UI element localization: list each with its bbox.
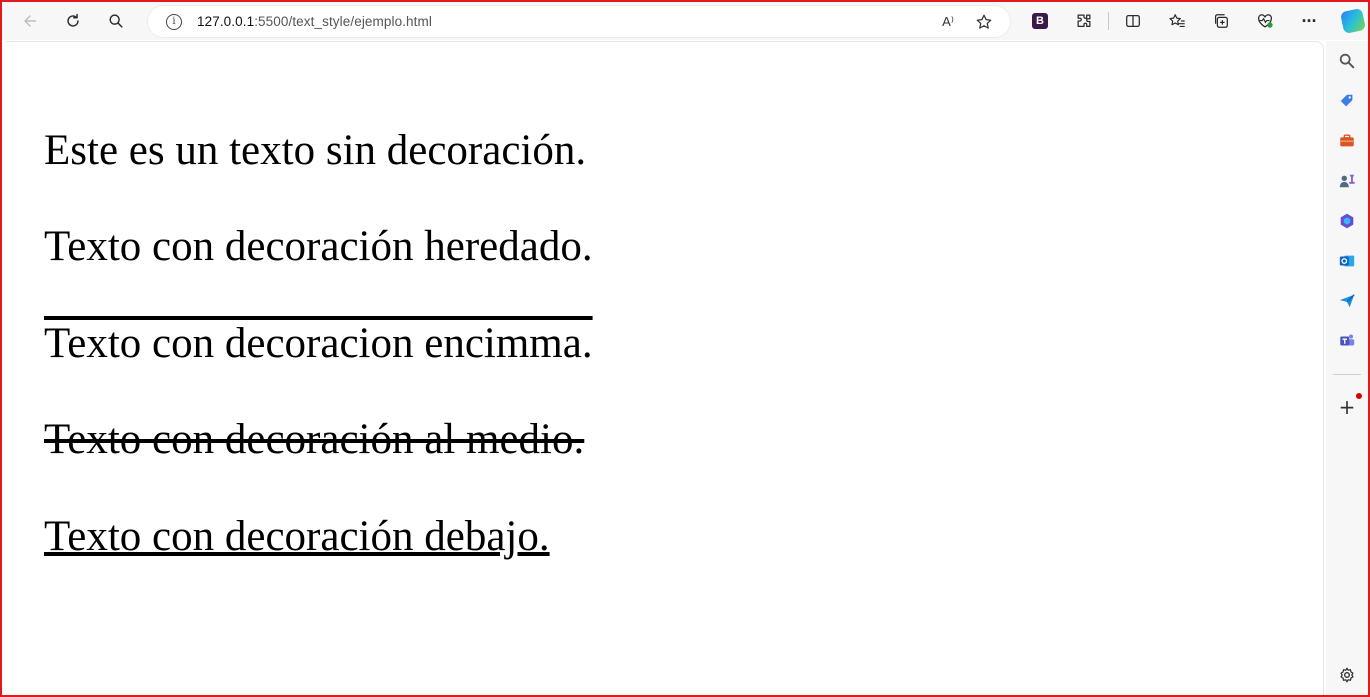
sidebar-tools-button[interactable] — [1335, 129, 1359, 153]
text-inherited-decoration: Texto con decoración heredado. — [44, 223, 593, 270]
browser-essentials-button[interactable] — [1243, 5, 1287, 37]
edge-sidebar: + — [1326, 41, 1368, 695]
back-icon — [24, 15, 37, 27]
url-text[interactable]: 127.0.0.1:5500/text_style/ejemplo.html — [197, 14, 432, 29]
tools-icon — [1340, 134, 1354, 147]
settings-icon — [1340, 667, 1354, 683]
back-button[interactable] — [12, 5, 48, 37]
more-icon: ··· — [1301, 10, 1318, 31]
text-no-decoration: Este es un texto sin decoración. — [44, 127, 587, 174]
bootstrap-extension-button[interactable]: B — [1018, 5, 1062, 37]
notification-dot — [1356, 393, 1362, 399]
search-button[interactable] — [98, 5, 134, 37]
refresh-button[interactable] — [55, 5, 91, 37]
info-icon[interactable]: i — [166, 13, 182, 30]
bootstrap-extension-icon: B — [1032, 13, 1048, 29]
text-line-through: Texto con decoración al medio. — [44, 416, 585, 463]
text-underline: Texto con decoración debajo. — [44, 513, 550, 560]
sidebar-settings-button[interactable] — [1335, 663, 1359, 687]
sidebar-shopping-button[interactable] — [1335, 89, 1359, 113]
split-screen-button[interactable] — [1111, 5, 1155, 37]
games-icon — [1339, 174, 1355, 188]
favorites-icon — [1169, 14, 1185, 27]
teams-icon — [1340, 334, 1355, 346]
sidebar-m365-button[interactable] — [1335, 209, 1359, 233]
copilot-button[interactable] — [1331, 5, 1370, 37]
favorite-star-icon[interactable] — [968, 8, 1000, 36]
favorites-button[interactable] — [1155, 5, 1199, 37]
shopping-tag-icon — [1340, 94, 1353, 107]
browser-essentials-icon — [1258, 14, 1273, 28]
sidebar-search-button[interactable] — [1335, 49, 1359, 73]
copilot-icon — [1339, 7, 1367, 35]
text-overline: Texto con decoracion encimma. — [44, 320, 593, 367]
collections-button[interactable] — [1199, 5, 1243, 37]
send-icon — [1339, 294, 1355, 308]
microsoft365-icon — [1340, 213, 1354, 229]
read-aloud-icon[interactable]: A⁾ — [932, 8, 964, 36]
sidebar-add-button[interactable]: + — [1335, 395, 1359, 419]
split-screen-icon — [1126, 14, 1140, 28]
page-content: Este es un texto sin decoración. Texto c… — [6, 41, 1324, 695]
collections-icon — [1214, 14, 1228, 28]
toolbar-right-group: B ··· — [1018, 5, 1370, 37]
sidebar-separator — [1333, 374, 1361, 375]
extensions-button[interactable] — [1062, 5, 1106, 37]
search-icon — [109, 14, 123, 28]
url-path: :5500/text_style/ejemplo.html — [254, 14, 432, 29]
search-icon — [1339, 53, 1355, 69]
refresh-icon — [67, 13, 79, 27]
url-host: 127.0.0.1 — [197, 14, 255, 29]
browser-toolbar: i 127.0.0.1:5500/text_style/ejemplo.html… — [2, 2, 1368, 40]
sidebar-send-button[interactable] — [1335, 289, 1359, 313]
extensions-icon — [1077, 14, 1091, 28]
address-bar-actions: A⁾ — [932, 6, 1000, 37]
address-bar[interactable]: i 127.0.0.1:5500/text_style/ejemplo.html… — [148, 6, 1010, 37]
sidebar-teams-button[interactable] — [1335, 329, 1359, 353]
more-button[interactable]: ··· — [1287, 5, 1331, 37]
sidebar-games-button[interactable] — [1335, 169, 1359, 193]
toolbar-separator — [1108, 12, 1109, 30]
add-icon: + — [1338, 395, 1356, 419]
outlook-icon — [1339, 255, 1355, 267]
sidebar-outlook-button[interactable] — [1335, 249, 1359, 273]
